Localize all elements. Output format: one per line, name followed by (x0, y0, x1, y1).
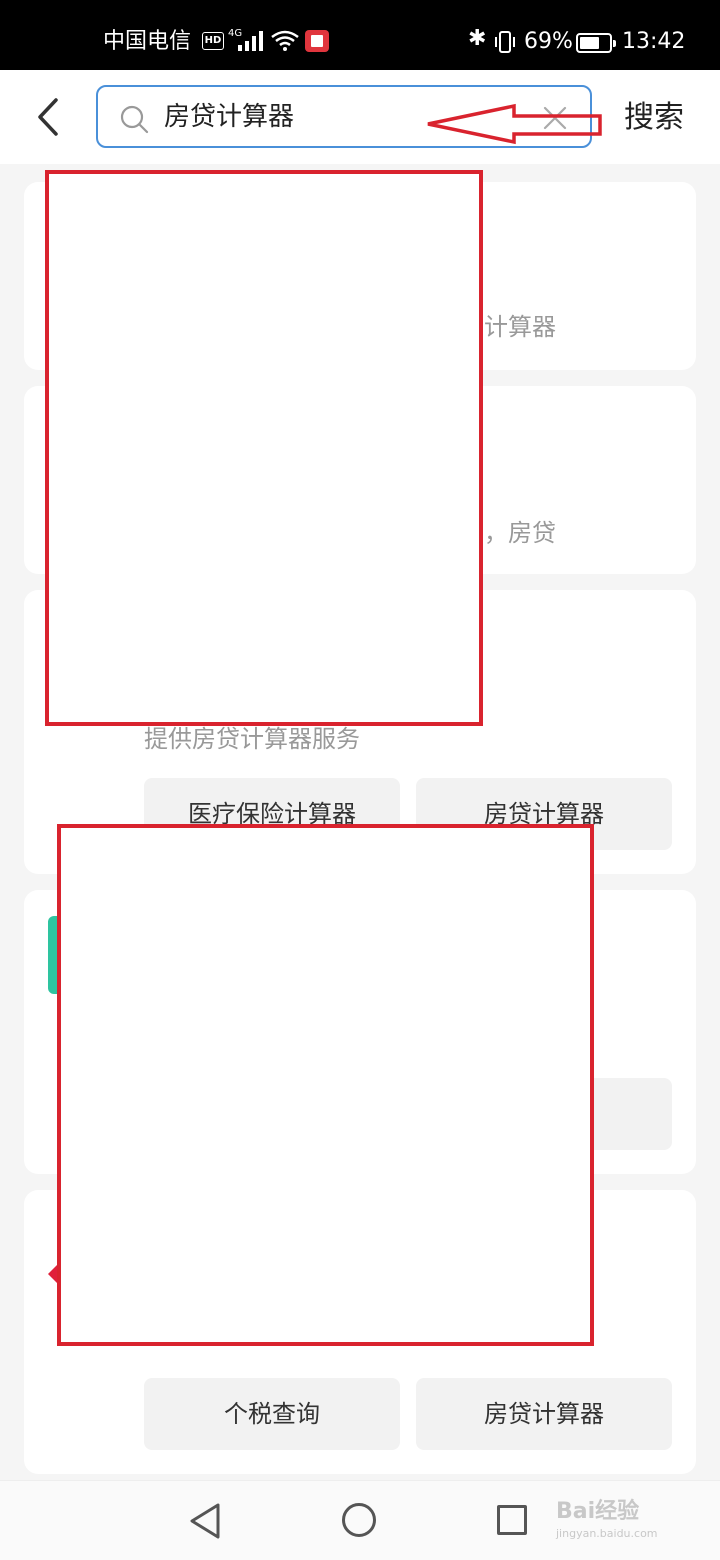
result-snippet: ，房贷 (484, 519, 556, 547)
result-snippet: 计算器 (484, 313, 556, 341)
result-snippet: 提供房贷计算器服务 (144, 725, 360, 753)
watermark-brand: Bai经验 (556, 1499, 640, 1524)
related-tag[interactable]: 房贷计算器 (416, 1378, 672, 1450)
related-tag[interactable]: 个税查询 (144, 1378, 400, 1450)
circle-home-icon[interactable] (342, 1503, 376, 1537)
arrow-annotation (427, 103, 602, 145)
redaction-box (45, 170, 483, 726)
redaction-box (57, 824, 594, 1346)
system-nav-bar: Bai经验 jingyan.baidu.com (0, 1480, 720, 1560)
watermark-url: jingyan.baidu.com (556, 1527, 658, 1540)
square-recent-icon[interactable] (497, 1505, 527, 1535)
triangle-back-icon[interactable] (188, 1501, 222, 1541)
